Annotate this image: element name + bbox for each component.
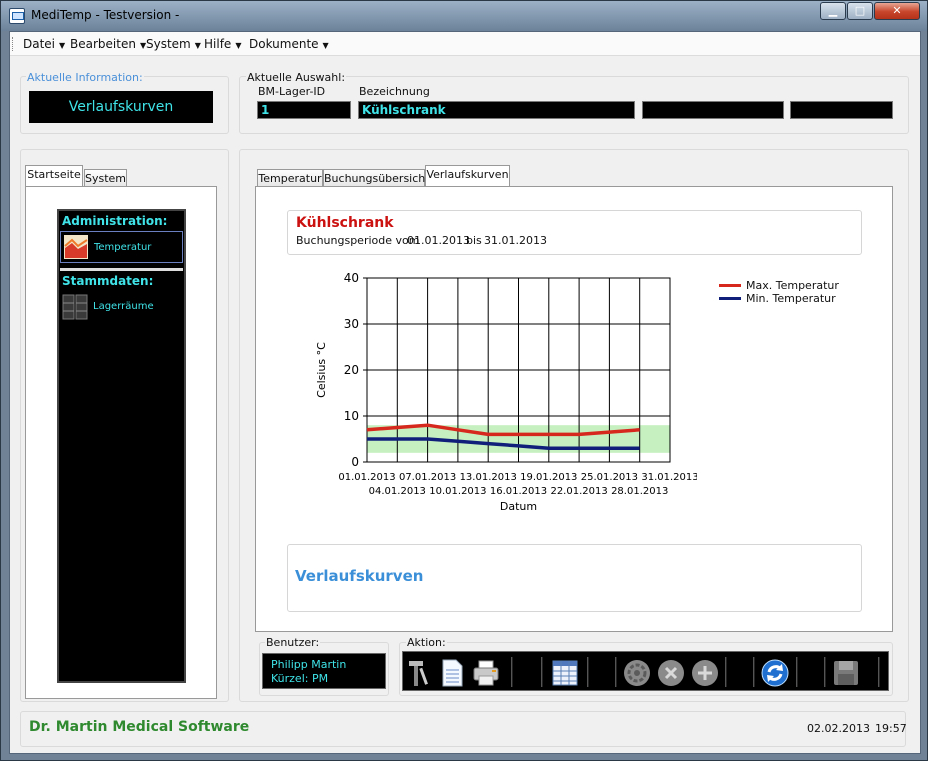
gear-icon[interactable] (622, 658, 652, 688)
menu-grip[interactable] (12, 37, 15, 51)
legend-label-max: Max. Temperatur (746, 279, 839, 292)
window-title: MediTemp - Testversion - (31, 8, 180, 22)
legend-swatch-min (719, 297, 741, 300)
toolbar-separator (511, 657, 513, 687)
nav-section-administration: Administration: (62, 214, 168, 228)
temperature-chart: 01020304001.01.2013 07.01.2013 13.01.2013 1… (315, 271, 697, 513)
app-window: MediTemp - Testversion - ▁ □ ✕ Datei ▼ Be… (0, 0, 928, 761)
x-tick-label: 04.01.2013 (369, 486, 426, 497)
action-group-label: Aktion: (406, 636, 447, 649)
x-tick-label: 10.01.2013 (429, 486, 486, 497)
temperature-chart-icon (64, 235, 88, 259)
toolbar-separator (753, 657, 755, 687)
period-from: 01.01.2013 (407, 234, 470, 247)
nav-section-stammdaten: Stammdaten: (62, 274, 154, 288)
toolbar-separator (541, 657, 543, 687)
save-icon[interactable] (831, 658, 861, 688)
tools-icon[interactable] (405, 658, 435, 688)
info-display: Verlaufskurven (29, 91, 213, 123)
x-tick-label: 28.01.2013 (611, 486, 668, 497)
x-tick-label: 07.01.2013 (399, 472, 456, 483)
chevron-down-icon: ▼ (235, 41, 242, 50)
user-group-label: Benutzer: (265, 636, 321, 649)
x-tick-label: 19.01.2013 (520, 472, 577, 483)
add-icon[interactable] (690, 658, 720, 688)
user-kuerzel: Kürzel: PM (271, 672, 329, 685)
user-display: Philipp Martin Kürzel: PM (262, 653, 386, 689)
toolbar-separator (824, 657, 826, 687)
menu-bar: Datei ▼ Bearbeiten ▼ System ▼ Hilfe ▼ Dokume… (10, 32, 920, 56)
toolbar-separator (587, 657, 589, 687)
chevron-down-icon: ▼ (59, 41, 66, 50)
navigation-pane: Administration: Temperatur Stammdaten: L… (57, 209, 186, 683)
status-date: 02.02.2013 (807, 722, 870, 735)
nav-item-label: Temperatur (94, 242, 152, 253)
brand-name: Dr. Martin Medical Software (29, 719, 250, 735)
legend-label-min: Min. Temperatur (746, 292, 836, 305)
footer-card: Verlaufskurven (287, 544, 862, 612)
delete-icon[interactable] (656, 658, 686, 688)
name-label: Bezeichnung (359, 85, 430, 98)
x-tick-label: 01.01.2013 (338, 472, 395, 483)
chevron-down-icon: ▼ (322, 41, 329, 50)
toolbar-separator (878, 657, 880, 687)
app-icon[interactable] (9, 8, 25, 24)
x-tick-label: 22.01.2013 (550, 486, 607, 497)
selection-group-label: Aktuelle Auswahl: (246, 71, 347, 84)
period-to: 31.01.2013 (484, 234, 547, 247)
y-tick-label: 0 (351, 455, 359, 469)
x-axis-label: Datum (500, 500, 537, 513)
x-tick-label: 31.01.2013 (641, 472, 697, 483)
menu-datei[interactable]: Datei ▼ (23, 37, 65, 51)
id-field[interactable]: 1 (257, 101, 351, 119)
refresh-icon[interactable] (760, 658, 790, 688)
y-tick-label: 20 (344, 363, 359, 377)
status-time: 19:57 (875, 722, 907, 735)
id-label: BM-Lager-ID (258, 85, 326, 98)
x-tick-label: 13.01.2013 (460, 472, 517, 483)
tab-startseite[interactable]: Startseite (25, 165, 83, 187)
toolbar-separator (725, 657, 727, 687)
action-toolbar (402, 651, 889, 691)
period-label: Buchungsperiode vom (296, 234, 420, 247)
printer-icon[interactable] (471, 658, 501, 688)
toolbar-separator (615, 657, 617, 687)
user-name: Philipp Martin (271, 658, 347, 671)
nav-divider (60, 268, 183, 271)
extra-field-2[interactable] (790, 101, 893, 119)
menu-dokumente[interactable]: Dokumente ▼ (249, 37, 329, 51)
extra-field-1[interactable] (642, 101, 784, 119)
name-field[interactable]: Kühlschrank (358, 101, 635, 119)
x-tick-label: 16.01.2013 (490, 486, 547, 497)
y-tick-label: 10 (344, 409, 359, 423)
header-card: Kühlschrank Buchungsperiode vom 01.01.20… (287, 210, 862, 255)
maximize-button[interactable]: □ (847, 2, 873, 20)
legend-swatch-max (719, 284, 741, 287)
nav-item-label: Lagerräume (93, 301, 154, 312)
nav-item-temperatur[interactable]: Temperatur (60, 231, 183, 263)
minimize-button[interactable]: ▁ (820, 2, 846, 20)
info-group-label: Aktuelle Information: (26, 71, 144, 84)
footer-card-title: Verlaufskurven (295, 567, 424, 585)
menu-hilfe[interactable]: Hilfe ▼ (204, 37, 241, 51)
header-title: Kühlschrank (296, 215, 394, 231)
x-tick-label: 25.01.2013 (581, 472, 638, 483)
storage-room-icon (62, 294, 88, 320)
menu-system[interactable]: System ▼ (146, 37, 201, 51)
table-icon[interactable] (550, 658, 580, 688)
title-bar[interactable]: MediTemp - Testversion - ▁ □ ✕ (1, 1, 927, 31)
period-bis: bis (466, 234, 482, 247)
y-tick-label: 30 (344, 317, 359, 331)
chevron-down-icon: ▼ (194, 41, 201, 50)
nav-item-lagerraeume[interactable]: Lagerräume (60, 291, 183, 323)
tab-verlaufskurven[interactable]: Verlaufskurven (425, 165, 510, 187)
document-icon[interactable] (437, 658, 467, 688)
y-tick-label: 40 (344, 271, 359, 285)
menu-bearbeiten[interactable]: Bearbeiten ▼ (70, 37, 146, 51)
toolbar-separator (796, 657, 798, 687)
client-area: Datei ▼ Bearbeiten ▼ System ▼ Hilfe ▼ Dokume… (9, 31, 921, 754)
close-button[interactable]: ✕ (874, 2, 920, 20)
y-axis-label: Celsius °C (315, 342, 328, 398)
status-bar: Dr. Martin Medical Software 02.02.2013 1… (20, 711, 907, 747)
